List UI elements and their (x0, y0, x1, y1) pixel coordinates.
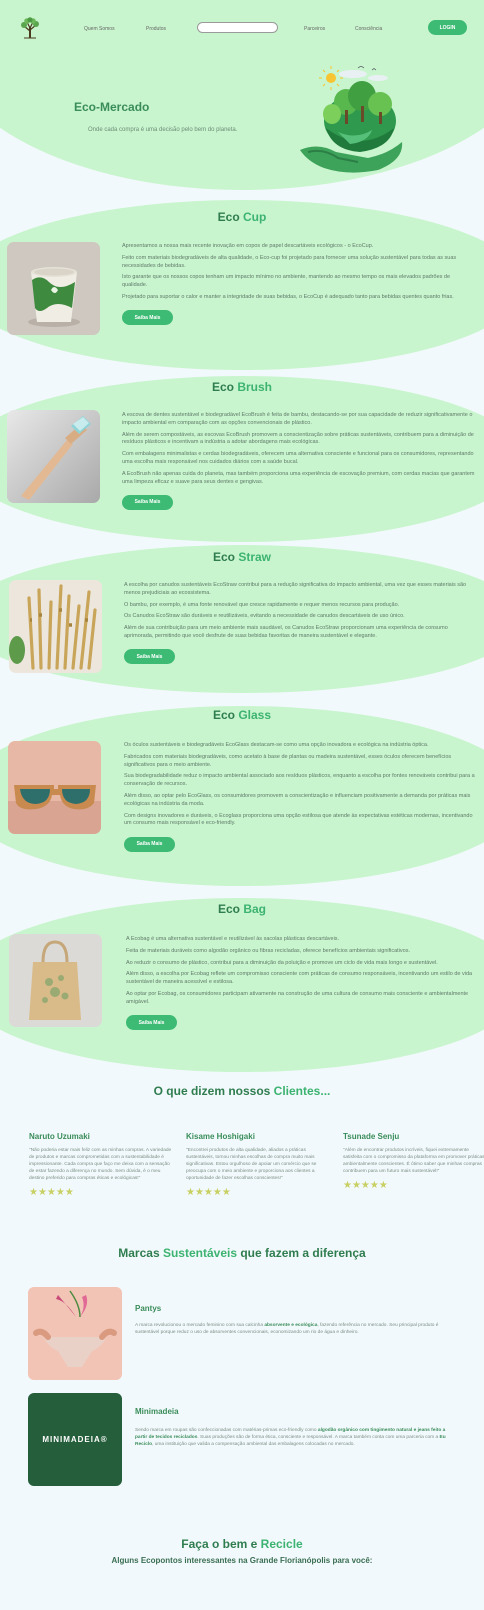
top-navbar: Quem Somos Produtos Parceiros Consciênci… (0, 0, 484, 52)
rating-stars-icon: ★★★★★ (343, 1180, 388, 1191)
product-bag-description: A Ecobag é uma alternativa sustentável e… (126, 936, 478, 1031)
search-input[interactable] (197, 22, 278, 33)
testimonial-author: Kisame Hoshigaki (186, 1132, 255, 1141)
testimonial-author: Tsunade Senju (343, 1132, 400, 1141)
rating-stars-icon: ★★★★★ (186, 1187, 231, 1198)
product-brush-more-button[interactable]: Saiba Mais (122, 494, 173, 510)
product-cup-more-button[interactable]: Saiba Mais (122, 310, 173, 326)
testimonials-title: O que dizem nossos Clientes... (153, 1084, 331, 1098)
product-straw-more-button[interactable]: Saiba Mais (124, 649, 175, 665)
product-cup-title: Eco Cup (217, 210, 267, 224)
brand-name: Minimadeia (135, 1407, 179, 1416)
testimonial-card: Tsunade Senju "Além de encontrar produto… (343, 1132, 484, 1191)
brand-pantys-image (28, 1287, 122, 1380)
hero-title: Eco-Mercado (74, 100, 150, 114)
brand-name: Pantys (135, 1304, 162, 1313)
testimonial-text: "Além de encontrar produtos incríveis, f… (343, 1148, 484, 1174)
product-bag-image (9, 934, 102, 1027)
recycle-subtitle: Alguns Ecopontos interessantes na Grande… (111, 1556, 373, 1565)
brands-title: Marcas Sustentáveis que fazem a diferenç… (118, 1246, 366, 1260)
eco-hand-globe-illustration (300, 66, 403, 173)
product-bag-title: Eco Bag (217, 902, 266, 916)
product-straw-title: Eco Straw (212, 550, 272, 564)
hero-subtitle: Onde cada compra é uma decisão pelo bem … (88, 127, 238, 133)
testimonial-card: Naruto Uzumaki "Não poderia estar mais f… (29, 1132, 174, 1198)
login-button[interactable]: LOGIN (428, 20, 467, 35)
nav-link-parceiros[interactable]: Parceiros (304, 26, 325, 32)
brand-description: Sendo marca em roupas são confeccionadas… (135, 1428, 446, 1447)
nav-link-quem-somos[interactable]: Quem Somos (84, 26, 115, 32)
product-glass-description: Os óculos sustentáveis e biodegradáveis … (124, 742, 478, 852)
nav-link-consciencia[interactable]: Consciência (355, 26, 382, 32)
brand-minimadeia-logo: MINIMADEIA® (28, 1393, 122, 1486)
product-straw-description: A escolha por canudos sustentáveis EcoSt… (124, 582, 474, 665)
testimonial-text: "Não poderia estar mais feliz com as min… (29, 1148, 172, 1181)
page: Quem Somos Produtos Parceiros Consciênci… (0, 0, 484, 1610)
recycle-title: Faça o bem e Recicle (181, 1537, 303, 1551)
product-brush-image (7, 410, 100, 503)
testimonial-card: Kisame Hoshigaki "Encontrei produtos de … (186, 1132, 331, 1198)
testimonial-text: "Encontrei produtos de alta qualidade, a… (186, 1148, 317, 1181)
brand-description: A marca revolucionou o mercado feminino … (135, 1323, 439, 1335)
product-brush-description: A escova de dentes sustentável e biodegr… (122, 412, 478, 510)
product-cup-image (7, 242, 100, 335)
product-bag-more-button[interactable]: Saiba Mais (126, 1015, 177, 1031)
product-glass-more-button[interactable]: Saiba Mais (124, 836, 175, 852)
product-glass-image (8, 741, 101, 834)
product-cup-description: Apresentamos a nossa mais recente inovaç… (122, 243, 476, 326)
product-glass-title: Eco Glass (212, 708, 272, 722)
nav-link-produtos[interactable]: Produtos (146, 26, 166, 32)
testimonial-author: Naruto Uzumaki (29, 1132, 90, 1141)
rating-stars-icon: ★★★★★ (29, 1187, 74, 1198)
product-brush-title: Eco Brush (211, 380, 272, 394)
product-straw-image (9, 580, 102, 673)
tree-logo-icon[interactable] (20, 17, 40, 39)
